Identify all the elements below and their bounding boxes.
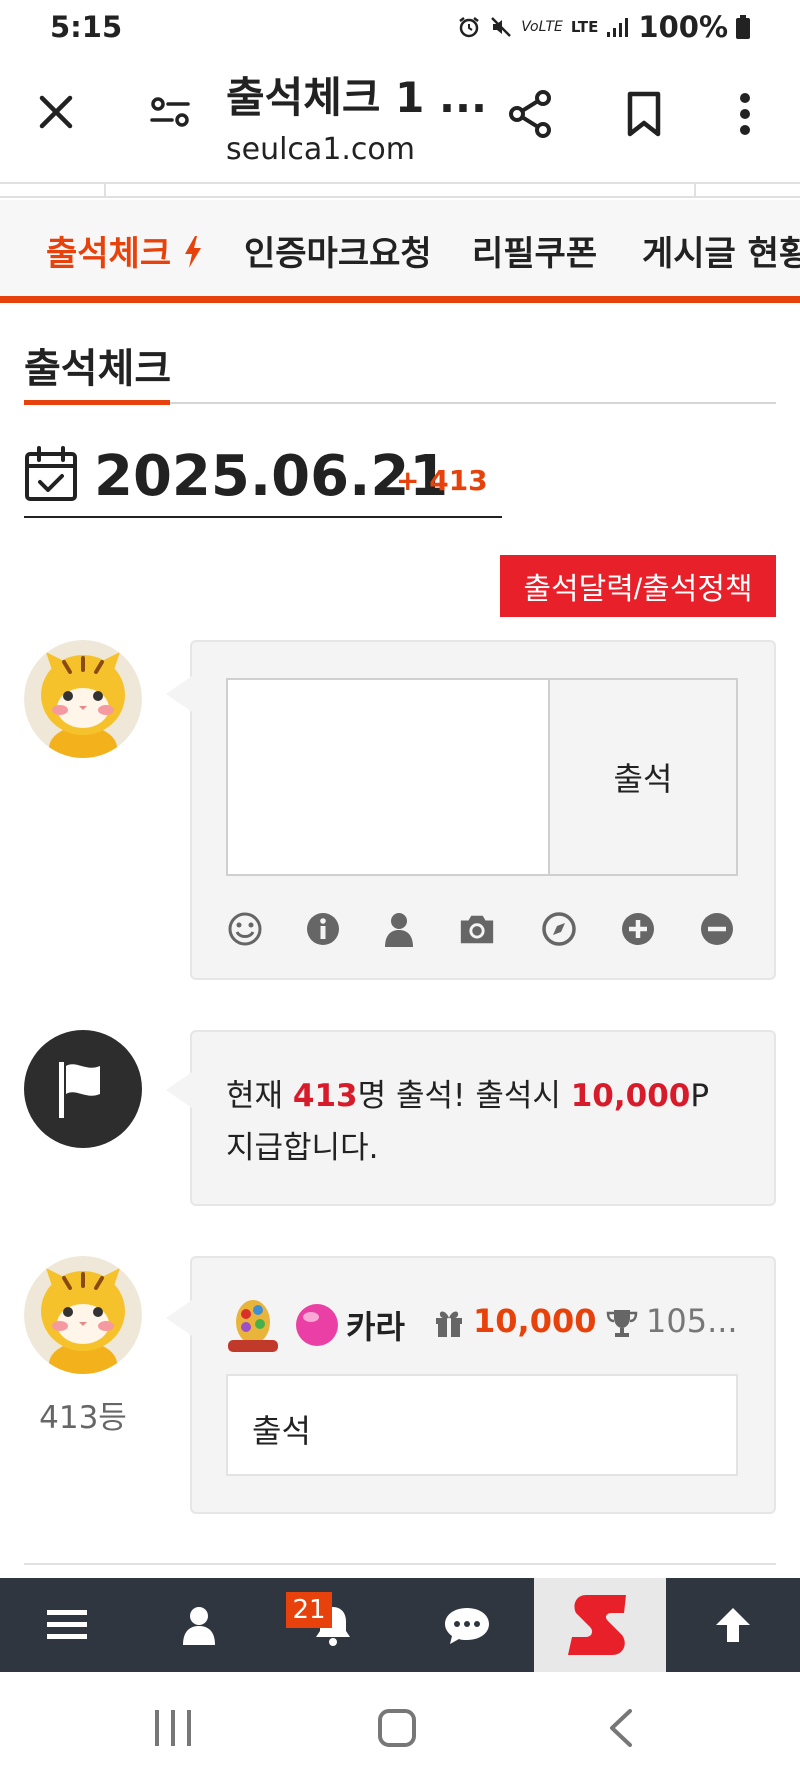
system-nav-bar: [0, 1672, 800, 1784]
top-strip: [0, 182, 800, 198]
attendance-policy-button[interactable]: 출석달력/출석정책: [500, 555, 776, 617]
scroll-top-button[interactable]: [668, 1578, 798, 1672]
chat-icon: [445, 1608, 489, 1644]
bookmark-icon[interactable]: [618, 86, 670, 142]
menu-item-refill-coupon[interactable]: 리필쿠폰: [472, 226, 597, 275]
page-title: 출석체크 1 ...: [226, 73, 487, 122]
notice-flag-avatar: [24, 1030, 142, 1148]
battery-percent: 100%: [638, 10, 728, 44]
compass-icon[interactable]: [540, 910, 578, 948]
bottom-app-bar: [0, 1578, 800, 1672]
member-comment: 출석: [226, 1374, 738, 1476]
page-url[interactable]: seulca1.com: [226, 132, 415, 167]
back-icon[interactable]: [606, 1708, 636, 1748]
menu-item-cert-mark[interactable]: 인증마크요청: [244, 226, 432, 275]
category-menu: 출석체크 인증마크요청 리필쿠폰 게시글 현황: [0, 200, 800, 303]
content-divider: [24, 1563, 776, 1565]
site-logo-button[interactable]: [534, 1578, 666, 1672]
flag-icon: [59, 1062, 100, 1118]
member-trophy-count: 105...: [646, 1302, 738, 1340]
date-header: 2025.06.21 + 413: [24, 440, 502, 518]
battery-icon: [736, 15, 750, 39]
signal-icon: [607, 18, 629, 37]
notification-badge: 21: [286, 1592, 332, 1628]
section-divider-accent: [24, 400, 170, 405]
member-rank: 413등: [39, 1400, 127, 1436]
alarm-icon: [459, 17, 480, 38]
notice-count: 413: [292, 1078, 358, 1114]
info-icon[interactable]: [304, 910, 342, 948]
plus-circle-icon[interactable]: [619, 910, 657, 948]
lightning-icon: [184, 236, 201, 268]
pink-orb-icon: [296, 1304, 338, 1346]
menu-button[interactable]: [2, 1578, 132, 1672]
status-icons: VoLTE LTE 100%: [457, 10, 750, 44]
hamburger-icon: [47, 1610, 87, 1639]
calendar-check-icon: [25, 446, 77, 501]
page-settings-icon[interactable]: [144, 86, 196, 138]
gift-icon: [436, 1311, 462, 1337]
share-icon[interactable]: [504, 86, 556, 142]
minus-circle-icon[interactable]: [698, 910, 736, 948]
status-time: 5:15: [50, 10, 123, 44]
chat-button[interactable]: [402, 1578, 532, 1672]
my-avatar: [24, 640, 142, 758]
arrow-up-icon: [716, 1608, 750, 1642]
level-badge-icon: [228, 1300, 278, 1352]
home-icon[interactable]: [377, 1708, 417, 1748]
recent-apps-icon[interactable]: [153, 1708, 193, 1748]
site-logo-icon: [568, 1595, 626, 1655]
user-icon: [183, 1607, 215, 1645]
notice-points: 10,000: [570, 1078, 691, 1114]
attendance-count: + 413: [396, 464, 488, 497]
camera-icon[interactable]: [458, 910, 496, 948]
trophy-icon: [606, 1310, 638, 1337]
member-nickname[interactable]: 카라: [346, 1302, 405, 1348]
member-points: 10,000: [473, 1302, 597, 1340]
network-type: LTE: [570, 18, 599, 36]
smile-icon[interactable]: [226, 910, 264, 948]
mute-icon: [491, 17, 512, 37]
menu-item-post-status[interactable]: 게시글 현황: [642, 226, 800, 275]
profile-button[interactable]: [134, 1578, 264, 1672]
status-bar: 5:15 VoLTE LTE 100%: [0, 0, 800, 56]
user-icon[interactable]: [380, 910, 418, 948]
attendance-submit-button[interactable]: 출석: [548, 678, 738, 876]
browser-toolbar: 출석체크 1 ... seulca1.com: [0, 56, 800, 182]
menu-item-attendance[interactable]: 출석체크: [46, 226, 203, 275]
section-title: 출석체크: [24, 346, 172, 392]
volte-icon: VoLTE: [521, 19, 563, 35]
more-menu-icon[interactable]: [725, 86, 765, 142]
close-icon[interactable]: [30, 86, 82, 138]
member-avatar[interactable]: [24, 1256, 142, 1374]
attendance-notice: 현재 413명 출석! 출석시 10,000P 지급합니다.: [226, 1078, 710, 1166]
attendance-comment-input[interactable]: [226, 678, 550, 876]
